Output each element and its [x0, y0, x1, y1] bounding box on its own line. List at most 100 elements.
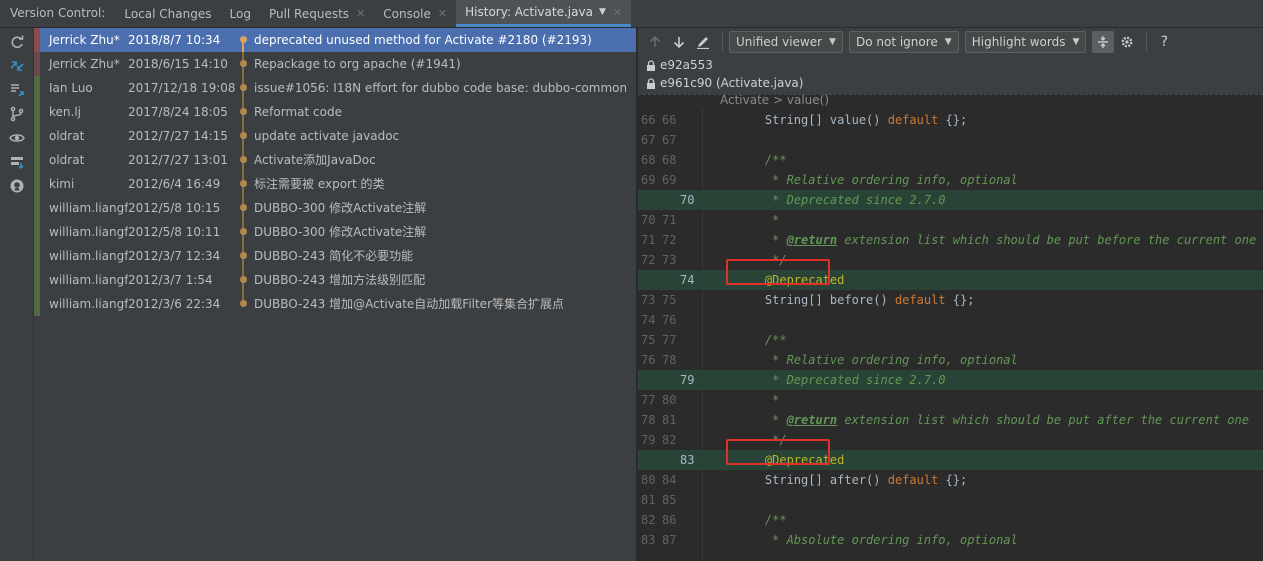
line-numbers: 69 69	[638, 170, 700, 190]
added-code-line: 79 * Deprecated since 2.7.0	[638, 370, 1263, 390]
arrow-down-icon[interactable]	[668, 31, 690, 53]
code-line: 68 68 /**	[638, 150, 1263, 170]
commit-author: william.liangf	[49, 249, 128, 263]
new-line-number: 73	[662, 253, 677, 267]
github-icon[interactable]	[0, 174, 34, 198]
commit-date: 2012/6/4 16:49	[128, 177, 221, 191]
new-line-number: 84	[662, 473, 677, 487]
code-text: *	[736, 213, 780, 227]
tab-label: Console	[383, 6, 431, 21]
chevron-down-icon: ▼	[944, 37, 952, 47]
line-numbers: 82 86	[638, 510, 700, 530]
line-numbers: 71 72	[638, 230, 700, 250]
commit-row[interactable]: william.liangf 2012/3/7 12:34 DUBBO-243 简化…	[34, 244, 636, 268]
commit-author: william.liangf	[49, 297, 128, 311]
branch-icon[interactable]	[0, 102, 34, 126]
commit-row[interactable]: Ian Luo 2017/12/18 19:08 issue#1056: I18N …	[34, 76, 636, 100]
commit-graph-node	[238, 244, 250, 268]
commit-date: 2018/8/7 10:34	[128, 33, 221, 47]
code-text: String[] before() default {};	[736, 293, 975, 307]
commit-row[interactable]: kimi 2012/6/4 16:49 标注需要被 export 的类	[34, 172, 636, 196]
new-line-number: 86	[662, 513, 677, 527]
commit-row[interactable]: oldrat 2012/7/27 13:01 Activate添加JavaDoc	[34, 148, 636, 172]
new-line-number: 81	[662, 413, 677, 427]
commit-row[interactable]: william.liangf 2012/5/8 10:15 DUBBO-300 修改…	[34, 196, 636, 220]
collapse-unchanged-icon[interactable]	[1092, 31, 1115, 53]
commit-row[interactable]: ken.lj 2017/8/24 18:05 Reformat code	[34, 100, 636, 124]
commit-date: 2012/5/8 10:15	[128, 201, 221, 215]
code-line: 73 75 String[] before() default {};	[638, 290, 1263, 310]
layout-icon[interactable]	[0, 150, 34, 174]
tab-label: History: Activate.java	[465, 5, 593, 19]
commit-row[interactable]: Jerrick Zhu* 2018/6/15 14:10 Repackage to …	[34, 52, 636, 76]
commit-date: 2012/7/27 13:01	[128, 153, 228, 167]
new-line-number: 72	[662, 233, 677, 247]
ignore-select[interactable]: Do not ignore ▼	[848, 31, 959, 53]
code-text: * Absolute ordering info, optional	[736, 533, 1018, 547]
commit-row[interactable]: Jerrick Zhu* 2018/8/7 10:34 deprecated unu…	[34, 28, 636, 52]
show-diff-icon[interactable]	[0, 78, 34, 102]
arrow-up-icon[interactable]	[644, 31, 666, 53]
highlight-select[interactable]: Highlight words ▼	[964, 31, 1087, 53]
commit-message: issue#1056: I18N effort for dubbo code b…	[254, 81, 628, 95]
new-line-number: 78	[662, 353, 677, 367]
revision-new: e961c90 (Activate.java)	[638, 74, 1263, 92]
commit-message: DUBBO-300 修改Activate注解	[254, 201, 427, 215]
new-line-number: 83	[680, 453, 695, 467]
commit-graph-node	[238, 220, 250, 244]
commit-author: ken.lj	[49, 105, 81, 119]
commit-message: DUBBO-243 增加方法级别匹配	[254, 273, 426, 287]
code-line: 81 85	[638, 490, 1263, 510]
commit-row[interactable]: oldrat 2012/7/27 14:15 update activate jav…	[34, 124, 636, 148]
line-numbers: 81 85	[638, 490, 700, 510]
code-line: 69 69 * Relative ordering info, optional	[638, 170, 1263, 190]
eye-icon[interactable]	[0, 126, 34, 150]
diff-editor[interactable]: Activate > value() 66 66 String[] value()…	[638, 94, 1263, 561]
code-line: 67 67	[638, 130, 1263, 150]
compare-icon[interactable]	[0, 54, 34, 78]
line-numbers: 66 66	[638, 110, 700, 130]
version-control-tabbar: Version Control: Local Changes Log Pull …	[0, 0, 1263, 28]
tab-log[interactable]: Log	[221, 0, 260, 27]
close-icon[interactable]: ✕	[438, 7, 447, 20]
edit-icon[interactable]	[692, 31, 714, 53]
line-numbers: 76 78	[638, 350, 700, 370]
commit-message: Activate添加JavaDoc	[254, 153, 376, 167]
commit-message: DUBBO-243 增加@Activate自动加载Filter等集合扩展点	[254, 297, 565, 311]
tab-pull-requests[interactable]: Pull Requests ✕	[260, 0, 374, 27]
code-text: /**	[736, 153, 787, 167]
revision-header: e92a553 e961c90 (Activate.java)	[638, 56, 1263, 94]
close-icon[interactable]: ✕	[356, 7, 365, 20]
commit-graph-node	[238, 196, 250, 220]
refresh-icon[interactable]	[0, 30, 34, 54]
gear-icon[interactable]	[1116, 31, 1138, 53]
commit-author: william.liangf	[49, 273, 128, 287]
old-line-number: 67	[641, 133, 656, 147]
commit-row[interactable]: william.liangf 2012/3/7 1:54 DUBBO-243 增加方…	[34, 268, 636, 292]
commit-message: Repackage to org apache (#1941)	[254, 57, 461, 71]
new-line-number: 75	[662, 293, 677, 307]
commit-date: 2012/3/6 22:34	[128, 297, 221, 311]
new-line-number: 76	[662, 313, 677, 327]
commit-message: Reformat code	[254, 105, 342, 119]
help-icon[interactable]: ?	[1153, 31, 1175, 53]
help-label: ?	[1160, 34, 1169, 50]
code-text: * Relative ordering info, optional	[736, 353, 1018, 367]
ignore-select-value: Do not ignore	[855, 35, 938, 49]
tab-console[interactable]: Console ✕	[374, 0, 456, 27]
code-text: * Deprecated since 2.7.0	[736, 373, 946, 387]
line-numbers: 75 77	[638, 330, 700, 350]
commit-author: kimi	[49, 177, 75, 191]
commit-graph-node	[238, 76, 250, 100]
tab-history-activate[interactable]: History: Activate.java ▼ ✕	[456, 0, 632, 27]
line-numbers: 77 80	[638, 390, 700, 410]
commit-row[interactable]: william.liangf 2012/3/6 22:34 DUBBO-243 增加…	[34, 292, 636, 316]
viewer-select[interactable]: Unified viewer ▼	[729, 31, 843, 53]
old-line-number: 82	[641, 513, 656, 527]
tab-local-changes[interactable]: Local Changes	[115, 0, 220, 27]
commit-message: DUBBO-243 简化不必要功能	[254, 249, 414, 263]
close-icon[interactable]: ✕	[613, 6, 622, 19]
commit-date: 2017/12/18 19:08	[128, 81, 236, 95]
chevron-down-icon[interactable]: ▼	[599, 7, 606, 17]
commit-row[interactable]: william.liangf 2012/5/8 10:11 DUBBO-300 修改…	[34, 220, 636, 244]
